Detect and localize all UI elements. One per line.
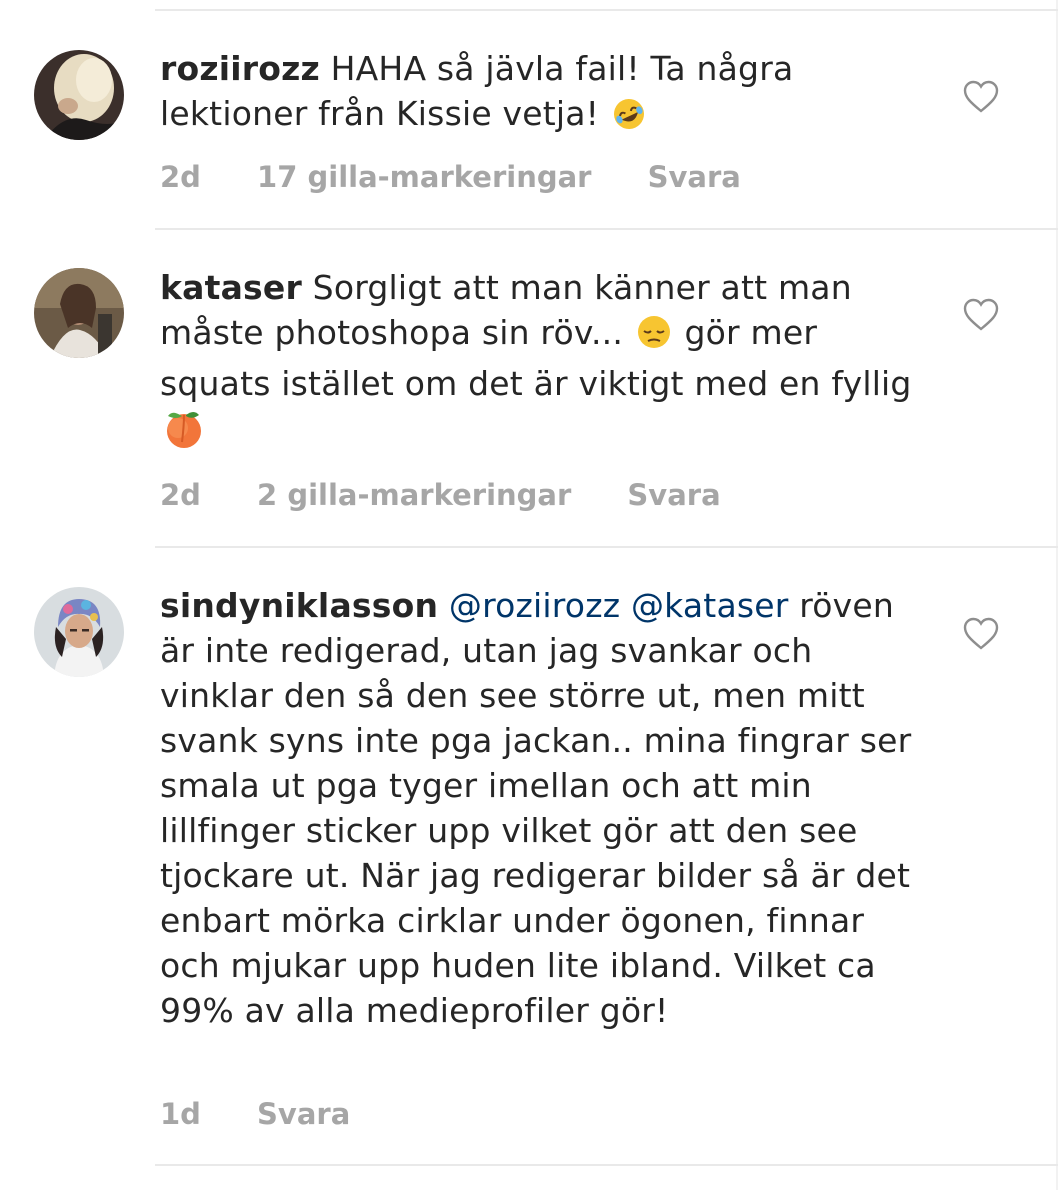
likes-count-link[interactable]: 2 gilla-markeringar (257, 478, 571, 512)
comment-body: röven är inte redigerad, utan jag svanka… (160, 586, 912, 1030)
likes-count-link[interactable]: 17 gilla-markeringar (257, 160, 591, 194)
mention-link[interactable]: @kataser (631, 586, 789, 625)
rolling-on-floor-laughing-emoji (612, 97, 646, 142)
comment-text: sindyniklasson @roziirozz @kataser röven… (160, 583, 920, 1033)
comment-time: 2d (160, 160, 201, 194)
comment-meta: 2d 17 gilla-markeringar Svara (160, 160, 787, 194)
avatar-sindyniklasson[interactable] (34, 587, 124, 677)
divider-1 (155, 228, 1058, 230)
avatar-kataser[interactable] (34, 268, 124, 358)
reply-button[interactable]: Svara (648, 160, 741, 194)
username[interactable]: sindyniklasson (160, 586, 438, 625)
reply-button[interactable]: Svara (257, 1097, 350, 1131)
comment-time: 1d (160, 1097, 201, 1131)
mention-link[interactable]: @roziirozz (449, 586, 620, 625)
like-heart-icon[interactable] (963, 617, 999, 651)
divider-top (155, 9, 1058, 11)
peach-emoji (162, 406, 206, 461)
avatar-roziirozz[interactable] (34, 50, 124, 140)
pensive-face-emoji (636, 314, 672, 361)
divider-3 (155, 1164, 1058, 1166)
comment-meta: 1d Svara (160, 1097, 396, 1131)
like-heart-icon[interactable] (963, 298, 999, 332)
username[interactable]: kataser (160, 268, 302, 307)
comment-meta: 2d 2 gilla-markeringar Svara (160, 478, 767, 512)
like-heart-icon[interactable] (963, 80, 999, 114)
divider-2 (155, 546, 1058, 548)
reply-button[interactable]: Svara (627, 478, 720, 512)
comment-text: kataser Sorgligt att man känner att man … (160, 265, 920, 461)
comment-text: roziirozz HAHA så jävla fail! Ta några l… (160, 46, 920, 142)
username[interactable]: roziirozz (160, 49, 320, 88)
comment-time: 2d (160, 478, 201, 512)
